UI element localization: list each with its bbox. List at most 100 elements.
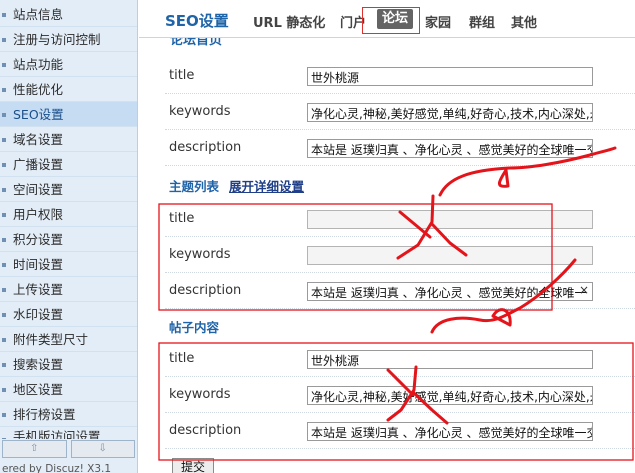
arrow-up-icon: ⇧ — [30, 443, 39, 454]
thread-list-description-input[interactable]: 本站是 返璞归真 、净化心灵 、感觉美好的全球唯一 × — [307, 282, 593, 301]
post-description-input[interactable]: 本站是 返璞归真 、净化心灵 、感觉美好的全球唯一交 — [307, 422, 593, 441]
sidebar-item-ranking[interactable]: 排行榜设置 — [0, 402, 137, 427]
bullet-icon — [2, 113, 6, 117]
sidebar-item-label: 站点信息 — [13, 7, 64, 22]
post-title-input[interactable]: 世外桃源 — [307, 350, 593, 369]
submit-button[interactable]: 提交 — [172, 458, 214, 473]
form-row: description 本站是 返璞归真 、净化心灵 、感觉美好的全球唯一交 — [165, 130, 635, 166]
sidebar-item-label: 时间设置 — [13, 257, 64, 272]
tab-group[interactable]: 群组 — [469, 12, 495, 31]
bullet-icon — [2, 38, 6, 42]
field-label: keywords — [169, 104, 231, 119]
sidebar-item-label: 用户权限 — [13, 207, 64, 222]
field-label: title — [169, 351, 195, 366]
bullet-icon — [2, 188, 6, 192]
bullet-icon — [2, 13, 6, 17]
bullet-icon — [2, 88, 6, 92]
sidebar-item-label: 水印设置 — [13, 307, 64, 322]
form-row: title 世外桃源 — [165, 341, 635, 377]
section-heading-post-content: 帖子内容 — [169, 320, 220, 335]
sidebar-item-label: 手机版访问设置 — [13, 429, 101, 439]
section-heading-thread-list: 主题列表 展开详细设置 — [169, 176, 304, 195]
bullet-icon — [2, 238, 6, 242]
forum-title-input[interactable]: 世外桃源 — [307, 67, 593, 86]
sidebar-item-seo[interactable]: SEO设置 — [0, 102, 137, 127]
sidebar-item-label: 上传设置 — [13, 282, 64, 297]
scroll-down-button[interactable]: ⇩ — [70, 440, 135, 458]
bullet-icon — [2, 313, 6, 317]
tab-home[interactable]: 家园 — [425, 12, 451, 31]
bullet-icon — [2, 63, 6, 67]
bullet-icon — [2, 138, 6, 142]
field-label: title — [169, 68, 195, 83]
form-row: description 本站是 返璞归真 、净化心灵 、感觉美好的全球唯一交 — [165, 413, 635, 449]
form-row: title — [165, 201, 635, 237]
sidebar-item-label: 搜索设置 — [13, 357, 64, 372]
powered-by-text: ered by Discuz! X3.1 — [2, 463, 112, 473]
bullet-icon — [2, 388, 6, 392]
arrow-down-icon: ⇩ — [98, 443, 107, 454]
thread-list-keywords-input[interactable] — [307, 246, 593, 265]
sidebar-item-site-info[interactable]: 站点信息 — [0, 2, 137, 27]
sidebar-item-label: SEO设置 — [13, 107, 64, 122]
bullet-icon — [2, 288, 6, 292]
form-row: keywords — [165, 237, 635, 273]
sidebar-item-label: 注册与访问控制 — [13, 32, 101, 47]
scroll-up-button[interactable]: ⇧ — [2, 440, 67, 458]
sidebar-item-label: 积分设置 — [13, 232, 64, 247]
bullet-icon — [2, 363, 6, 367]
powered-by: ered by Discuz! X3.1 — [0, 462, 137, 473]
sidebar-item-label: 地区设置 — [13, 382, 64, 397]
form-row: keywords 净化心灵,神秘,美好感觉,单纯,好奇心,技术,内心深处,永 — [165, 377, 635, 413]
sidebar-item-user-permissions[interactable]: 用户权限 — [0, 202, 137, 227]
sidebar-item-site-functions[interactable]: 站点功能 — [0, 52, 137, 77]
field-label: description — [169, 283, 242, 298]
sidebar-item-label: 站点功能 — [13, 57, 64, 72]
tab-highlight-box — [362, 7, 420, 34]
sidebar: 站点信息 注册与访问控制 站点功能 性能优化 SEO设置 域名设置 广播设置 空… — [0, 0, 138, 473]
form-row: title 世外桃源 — [165, 58, 635, 94]
field-label: title — [169, 211, 195, 226]
expand-settings-link[interactable]: 展开详细设置 — [229, 179, 304, 194]
input-value: 本站是 返璞归真 、净化心灵 、感觉美好的全球唯一 — [311, 286, 587, 300]
sidebar-item-credits[interactable]: 积分设置 — [0, 227, 137, 252]
bullet-icon — [2, 338, 6, 342]
sidebar-item-time[interactable]: 时间设置 — [0, 252, 137, 277]
field-label: keywords — [169, 247, 231, 262]
sidebar-item-register-access[interactable]: 注册与访问控制 — [0, 27, 137, 52]
form-row: keywords 净化心灵,神秘,美好感觉,单纯,好奇心,技术,内心深处,永 — [165, 94, 635, 130]
sidebar-item-space[interactable]: 空间设置 — [0, 177, 137, 202]
sidebar-item-broadcast[interactable]: 广播设置 — [0, 152, 137, 177]
page-title: SEO设置 — [165, 12, 229, 30]
bullet-icon — [2, 163, 6, 167]
thread-list-title-input[interactable] — [307, 210, 593, 229]
sidebar-item-mobile[interactable]: 手机版访问设置 — [0, 427, 137, 439]
section-title: 主题列表 — [169, 179, 220, 194]
main-content: 论坛首页 title 世外桃源 keywords 净化心灵,神秘,美好感觉,单纯… — [145, 38, 635, 473]
sidebar-item-performance[interactable]: 性能优化 — [0, 77, 137, 102]
clear-icon[interactable]: × — [579, 283, 589, 297]
tab-other[interactable]: 其他 — [511, 12, 537, 31]
bullet-icon — [2, 438, 6, 439]
sidebar-item-label: 空间设置 — [13, 182, 64, 197]
field-label: description — [169, 140, 242, 155]
sidebar-item-label: 域名设置 — [13, 132, 64, 147]
tab-url-rewrite[interactable]: URL 静态化 — [253, 12, 325, 31]
sidebar-scroll-controls: ⇧ ⇩ — [0, 440, 137, 458]
form-row: description 本站是 返璞归真 、净化心灵 、感觉美好的全球唯一 × — [165, 273, 635, 309]
sidebar-item-domain[interactable]: 域名设置 — [0, 127, 137, 152]
bullet-icon — [2, 263, 6, 267]
sidebar-item-search[interactable]: 搜索设置 — [0, 352, 137, 377]
forum-description-input[interactable]: 本站是 返璞归真 、净化心灵 、感觉美好的全球唯一交 — [307, 139, 593, 158]
sidebar-item-attachment-types[interactable]: 附件类型尺寸 — [0, 327, 137, 352]
sidebar-item-label: 排行榜设置 — [13, 407, 76, 422]
sidebar-item-label: 性能优化 — [13, 82, 64, 97]
sidebar-item-upload[interactable]: 上传设置 — [0, 277, 137, 302]
bullet-icon — [2, 213, 6, 217]
sidebar-item-label: 广播设置 — [13, 157, 64, 172]
sidebar-item-region[interactable]: 地区设置 — [0, 377, 137, 402]
forum-keywords-input[interactable]: 净化心灵,神秘,美好感觉,单纯,好奇心,技术,内心深处,永 — [307, 103, 593, 122]
post-keywords-input[interactable]: 净化心灵,神秘,美好感觉,单纯,好奇心,技术,内心深处,永 — [307, 386, 593, 405]
field-label: keywords — [169, 387, 231, 402]
sidebar-item-watermark[interactable]: 水印设置 — [0, 302, 137, 327]
